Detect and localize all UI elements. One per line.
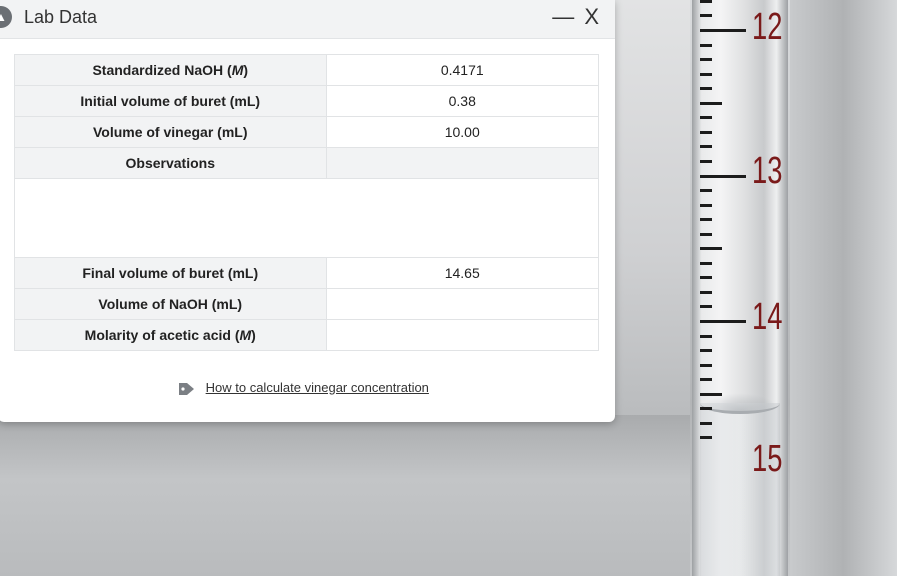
row-value[interactable] — [325, 319, 599, 351]
buret-tick — [700, 102, 722, 105]
buret-tick — [700, 29, 746, 32]
row-label: Volume of NaOH (mL) — [14, 288, 327, 320]
buret-tick — [700, 276, 712, 279]
observations-area — [14, 178, 599, 258]
table-row: Initial volume of buret (mL) 0.38 — [14, 85, 599, 117]
row-label: Volume of vinegar (mL) — [14, 116, 327, 148]
table-row: Observations — [14, 147, 599, 179]
row-value — [325, 147, 599, 179]
row-value[interactable]: 0.4171 — [325, 54, 599, 86]
buret-tick — [700, 145, 712, 148]
buret-tick — [700, 364, 712, 367]
buret-tick — [700, 204, 712, 207]
buret: 12 13 14 15 — [692, 0, 788, 576]
buret-scale-number: 13 — [752, 150, 783, 192]
row-value[interactable]: 0.38 — [325, 85, 599, 117]
buret-tick — [700, 87, 712, 90]
close-button[interactable]: X — [584, 4, 601, 30]
table-row: Volume of vinegar (mL) 10.00 — [14, 116, 599, 148]
panel-title: Lab Data — [24, 7, 98, 27]
buret-tick — [700, 407, 712, 410]
minimize-button[interactable]: — — [552, 4, 576, 30]
lab-data-panel: ▲ Lab Data — X Standardized NaOH (M) 0.4… — [0, 0, 615, 422]
buret-tick — [700, 0, 712, 3]
row-value[interactable]: 10.00 — [325, 116, 599, 148]
background-lab-surface — [0, 415, 690, 576]
buret-tick — [700, 131, 712, 134]
table-row: Molarity of acetic acid (M) — [14, 319, 599, 351]
buret-tick — [700, 189, 712, 192]
buret-tick — [700, 335, 712, 338]
panel-header[interactable]: ▲ Lab Data — X — [0, 0, 615, 39]
table-row: Volume of NaOH (mL) — [14, 288, 599, 320]
buret-tick — [700, 291, 712, 294]
observations-text — [14, 178, 599, 258]
row-label: Molarity of acetic acid (M) — [14, 319, 327, 351]
buret-scale-number: 14 — [752, 296, 783, 338]
buret-tick — [700, 58, 712, 61]
lab-data-table: Standardized NaOH (M) 0.4171 Initial vol… — [14, 54, 599, 351]
buret-scale-number: 12 — [752, 6, 783, 48]
buret-liquid — [700, 403, 780, 576]
buret-tick — [700, 378, 712, 381]
row-value[interactable]: 14.65 — [325, 257, 599, 289]
panel-badge-icon: ▲ — [0, 6, 12, 28]
buret-tick — [700, 160, 712, 163]
buret-tick — [700, 44, 712, 47]
buret-tick — [700, 436, 712, 439]
buret-tick — [700, 393, 722, 396]
buret-tick — [700, 305, 712, 308]
buret-tick — [700, 422, 712, 425]
row-label: Observations — [14, 147, 327, 179]
row-label: Initial volume of buret (mL) — [14, 85, 327, 117]
buret-tick — [700, 233, 712, 236]
window-controls: — X — [552, 4, 601, 30]
buret-tick — [700, 320, 746, 323]
tag-icon — [179, 382, 194, 395]
table-row: Standardized NaOH (M) 0.4171 — [14, 54, 599, 86]
buret-meniscus — [700, 393, 780, 414]
buret-tick — [700, 116, 712, 119]
help-link-row: How to calculate vinegar concentration — [178, 380, 429, 396]
row-label: Standardized NaOH (M) — [14, 54, 327, 86]
buret-tick — [700, 262, 712, 265]
buret-scale-number: 15 — [752, 438, 783, 480]
buret-tick — [700, 218, 712, 221]
table-row: Final volume of buret (mL) 14.65 — [14, 257, 599, 289]
row-value[interactable] — [325, 288, 599, 320]
buret-tick — [700, 175, 746, 178]
background-lab-bench — [615, 0, 690, 420]
buret-tick — [700, 349, 712, 352]
row-label: Final volume of buret (mL) — [14, 257, 327, 289]
background-lab-wall — [790, 0, 897, 576]
buret-tick — [700, 73, 712, 76]
buret-tick — [700, 14, 712, 17]
buret-tick — [700, 247, 722, 250]
vinegar-concentration-help-link[interactable]: How to calculate vinegar concentration — [206, 380, 429, 395]
